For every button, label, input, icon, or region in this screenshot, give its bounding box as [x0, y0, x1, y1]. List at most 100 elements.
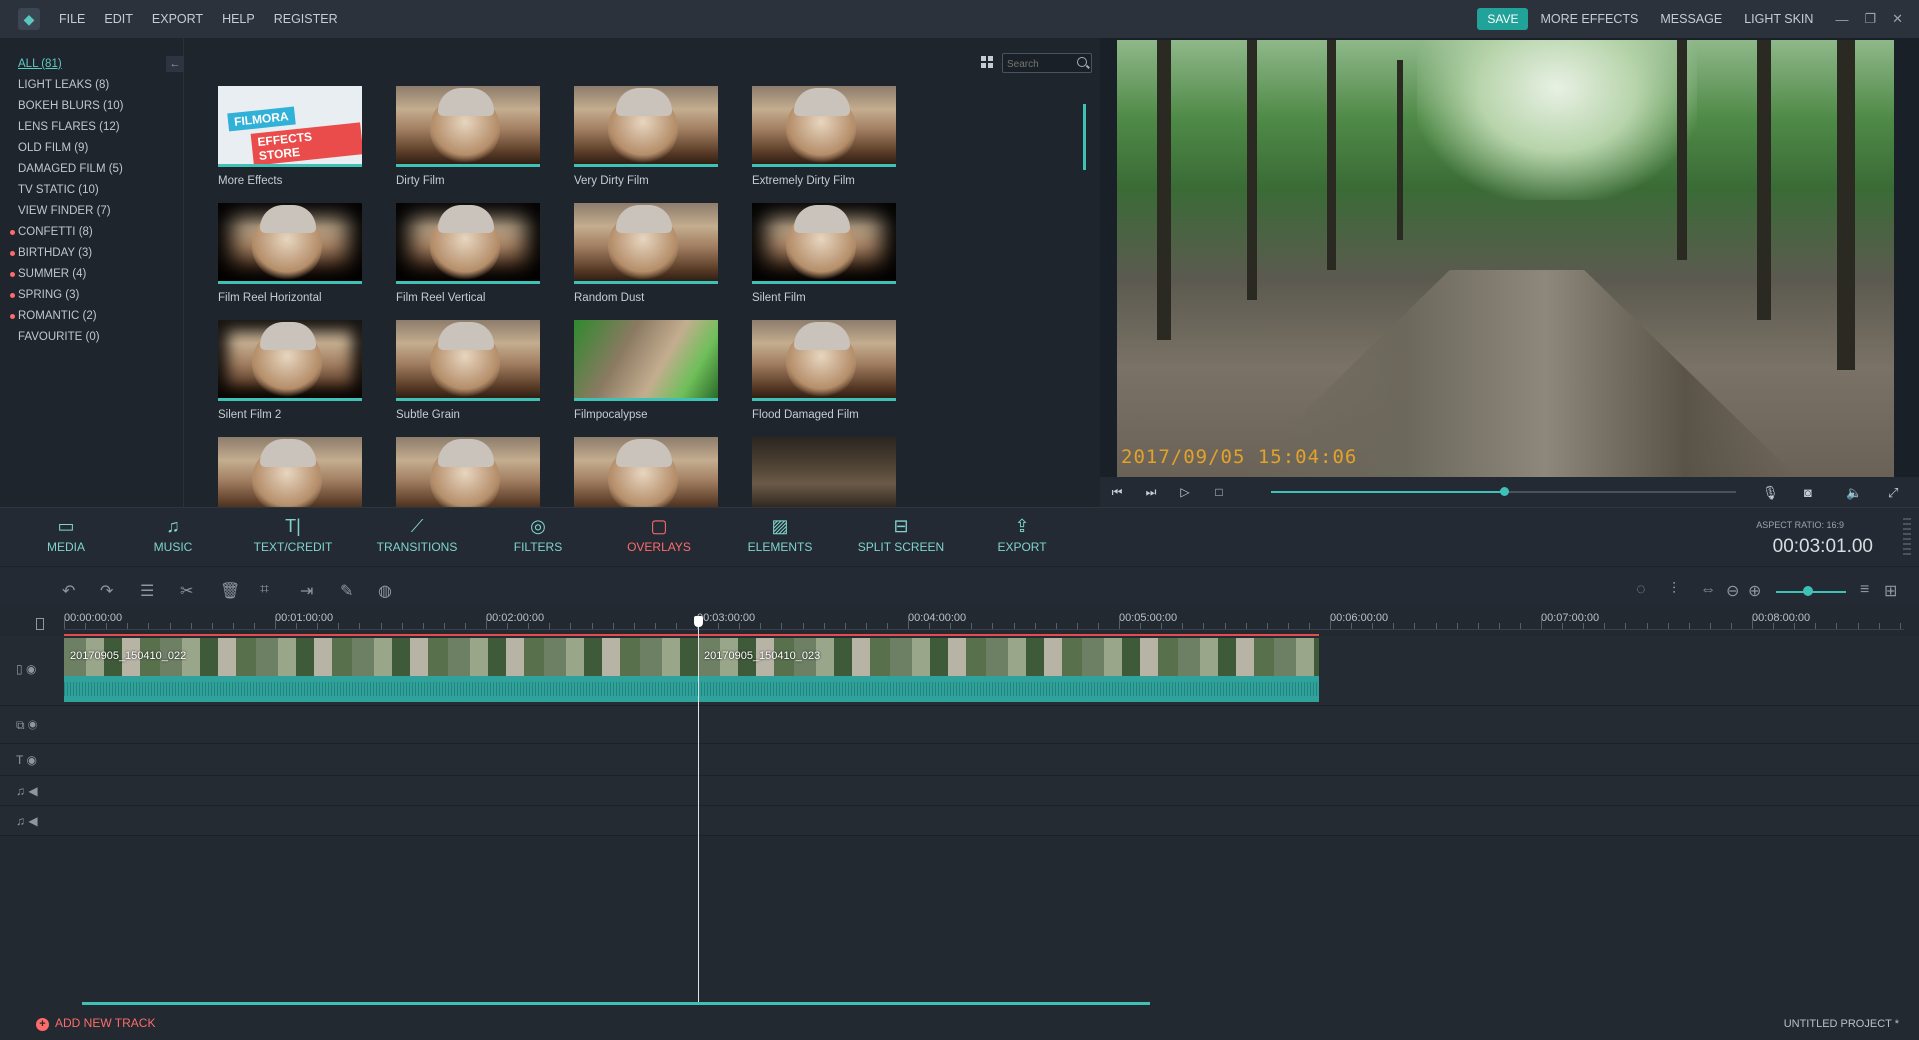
- category-all[interactable]: ALL (81): [18, 54, 183, 75]
- skip-back-icon[interactable]: ⏮: [1100, 485, 1134, 500]
- effect-thumbnail[interactable]: [752, 203, 896, 284]
- volume-icon[interactable]: 🔈: [1846, 485, 1862, 501]
- crop-icon[interactable]: ⌗: [260, 581, 269, 599]
- category-damaged-film[interactable]: DAMAGED FILM (5): [18, 159, 183, 180]
- effect-thumbnail[interactable]: [752, 86, 896, 167]
- light-skin-link[interactable]: LIGHT SKIN: [1744, 12, 1813, 26]
- effect-card-silent-film[interactable]: Silent Film: [752, 203, 896, 304]
- effect-card-film-reel-horizontal[interactable]: Film Reel Horizontal: [218, 203, 362, 304]
- effect-thumbnail[interactable]: [752, 320, 896, 401]
- zoom-out-icon[interactable]: ⊖: [1726, 581, 1739, 601]
- effect-thumbnail[interactable]: [218, 437, 362, 507]
- grid-layout-icon[interactable]: ⊞: [1884, 581, 1897, 601]
- play-icon[interactable]: ▷: [1168, 485, 1202, 499]
- panel-resize-handle[interactable]: [1903, 518, 1911, 558]
- timeline-horizontal-scrollbar[interactable]: [82, 1002, 1150, 1005]
- zoom-slider-knob[interactable]: [1803, 586, 1813, 596]
- audio-mixer-icon[interactable]: ⫶: [1672, 581, 1676, 599]
- effect-card-subtle-grain[interactable]: Subtle Grain: [396, 320, 540, 421]
- effect-card-random-dust[interactable]: Random Dust: [574, 203, 718, 304]
- category-light-leaks[interactable]: LIGHT LEAKS (8): [18, 75, 183, 96]
- library-scrollbar[interactable]: [1083, 104, 1086, 170]
- collapse-sidebar-arrow-icon[interactable]: ←: [166, 56, 184, 72]
- color-picker-icon[interactable]: ✎: [340, 581, 353, 601]
- effect-card-very-dirty-film[interactable]: Very Dirty Film: [574, 86, 718, 187]
- effect-card-silent-film-2[interactable]: Silent Film 2: [218, 320, 362, 421]
- tab-media[interactable]: ▭ MEDIA: [11, 514, 121, 554]
- snapshot-icon[interactable]: ◙: [1804, 485, 1812, 500]
- effect-thumbnail[interactable]: [574, 86, 718, 167]
- effect-thumbnail[interactable]: [574, 320, 718, 401]
- search-input[interactable]: [1003, 55, 1073, 74]
- category-confetti[interactable]: CONFETTI (8): [10, 222, 183, 243]
- category-old-film[interactable]: OLD FILM (9): [18, 138, 183, 159]
- effect-card[interactable]: [396, 437, 540, 507]
- category-lens-flares[interactable]: LENS FLARES (12): [18, 117, 183, 138]
- tab-elements[interactable]: ▨ ELEMENTS: [725, 514, 835, 554]
- list-view-icon[interactable]: ≡: [1860, 581, 1869, 599]
- menu-edit[interactable]: EDIT: [104, 12, 132, 26]
- effect-thumbnail[interactable]: [574, 437, 718, 507]
- timeline-marker-icon[interactable]: [36, 618, 44, 630]
- effect-card-extremely-dirty-film[interactable]: Extremely Dirty Film: [752, 86, 896, 187]
- adjust-icon[interactable]: ☰: [140, 581, 154, 601]
- category-summer[interactable]: SUMMER (4): [10, 264, 183, 285]
- menu-file[interactable]: FILE: [59, 12, 85, 26]
- zoom-fit-icon[interactable]: ⇥: [300, 581, 313, 601]
- redo-icon[interactable]: ↷: [100, 581, 113, 601]
- save-button[interactable]: SAVE: [1477, 8, 1529, 30]
- tab-transitions[interactable]: ⟋ TRANSITIONS: [362, 514, 472, 554]
- effect-thumbnail[interactable]: [396, 320, 540, 401]
- effect-card-film-reel-vertical[interactable]: Film Reel Vertical: [396, 203, 540, 304]
- category-birthday[interactable]: BIRTHDAY (3): [10, 243, 183, 264]
- effect-card[interactable]: [574, 437, 718, 507]
- palette-icon[interactable]: ◍: [378, 581, 392, 601]
- playhead-handle[interactable]: [694, 616, 703, 627]
- tab-export[interactable]: ⇪ EXPORT: [967, 514, 1077, 554]
- effect-thumbnail[interactable]: FILMORA EFFECTS STORE: [218, 86, 362, 167]
- add-new-track-button[interactable]: + ADD NEW TRACK: [36, 1016, 155, 1031]
- menu-help[interactable]: HELP: [222, 12, 255, 26]
- effect-card-filmpocalypse[interactable]: Filmpocalypse: [574, 320, 718, 421]
- effect-thumbnail[interactable]: [396, 203, 540, 284]
- category-bokeh-blurs[interactable]: BOKEH BLURS (10): [18, 96, 183, 117]
- delete-icon[interactable]: 🗑: [220, 581, 240, 601]
- effect-thumbnail[interactable]: [574, 203, 718, 284]
- category-spring[interactable]: SPRING (3): [10, 285, 183, 306]
- tab-text-credit[interactable]: T| TEXT/CREDIT: [238, 514, 348, 554]
- progress-knob[interactable]: [1499, 487, 1509, 496]
- menu-register[interactable]: REGISTER: [274, 12, 338, 26]
- search-box[interactable]: [1002, 53, 1092, 74]
- tab-overlays[interactable]: ▢ OVERLAYS: [604, 514, 714, 554]
- skip-forward-icon[interactable]: ⏭: [1134, 485, 1168, 500]
- effect-thumbnail[interactable]: [396, 437, 540, 507]
- tab-music[interactable]: ♫ MUSIC: [118, 514, 228, 554]
- time-ruler[interactable]: 00:00:00:00 00:01:00:00 00:02:00:00 00:03:0…: [64, 606, 1904, 630]
- category-view-finder[interactable]: VIEW FINDER (7): [18, 201, 183, 222]
- grid-view-icon[interactable]: [981, 56, 993, 68]
- effect-thumbnail[interactable]: [218, 320, 362, 401]
- effect-card-more-effects[interactable]: FILMORA EFFECTS STORE More Effects: [218, 86, 362, 187]
- category-tv-static[interactable]: TV STATIC (10): [18, 180, 183, 201]
- undo-icon[interactable]: ↶: [62, 581, 75, 601]
- search-icon[interactable]: [1077, 57, 1087, 67]
- fit-timeline-icon[interactable]: ⇔: [1700, 581, 1716, 599]
- close-icon[interactable]: ✕: [1892, 11, 1903, 27]
- category-romantic[interactable]: ROMANTIC (2): [10, 306, 183, 327]
- effect-thumbnail[interactable]: [396, 86, 540, 167]
- fullscreen-icon[interactable]: ⤢: [1888, 485, 1898, 501]
- menu-export[interactable]: EXPORT: [152, 12, 203, 26]
- effect-card[interactable]: [218, 437, 362, 507]
- tab-filters[interactable]: ◎ FILTERS: [483, 514, 593, 554]
- stop-icon[interactable]: □: [1202, 485, 1236, 499]
- effect-thumbnail[interactable]: [752, 437, 896, 507]
- playhead-line[interactable]: [698, 618, 699, 1004]
- effect-card-flood-damaged-film[interactable]: Flood Damaged Film: [752, 320, 896, 421]
- effect-thumbnail[interactable]: [218, 203, 362, 284]
- minimize-icon[interactable]: —: [1835, 12, 1848, 27]
- more-effects-link[interactable]: MORE EFFECTS: [1540, 12, 1638, 26]
- restore-icon[interactable]: ❐: [1864, 11, 1876, 27]
- video-clip[interactable]: 20170905_150410_023: [698, 638, 1319, 702]
- effect-card[interactable]: [752, 437, 896, 507]
- microphone-icon[interactable]: 🎙: [1762, 485, 1779, 501]
